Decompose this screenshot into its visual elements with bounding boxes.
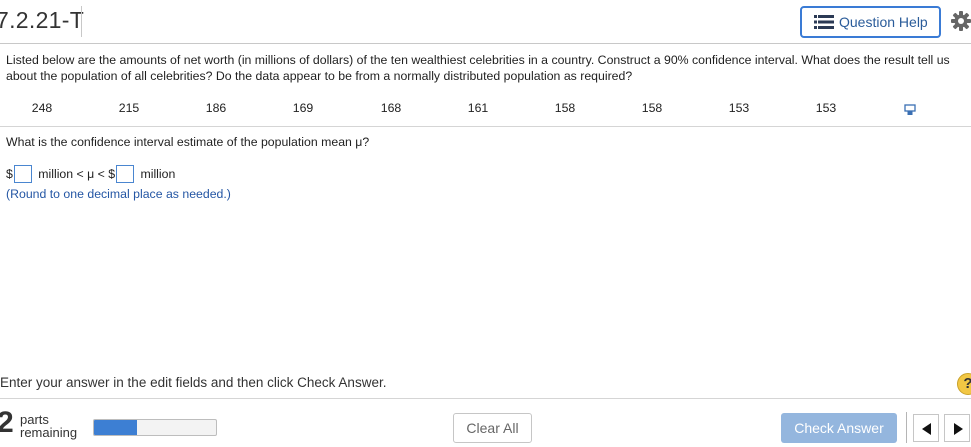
data-value: 161	[467, 101, 489, 115]
parts-remaining-count: 2	[0, 406, 14, 439]
data-value: 153	[815, 101, 837, 115]
parts-remaining-label: parts remaining	[20, 413, 77, 439]
footer-divider	[0, 398, 971, 399]
header-divider	[81, 6, 82, 37]
question-help-label: Question Help	[839, 14, 928, 30]
next-button[interactable]	[944, 414, 970, 442]
instruction-text: Enter your answer in the edit fields and…	[0, 375, 387, 390]
upper-bound-input[interactable]	[116, 165, 135, 183]
data-values-row: 248 215 186 169 168 161 158 158 153 153	[0, 101, 971, 117]
question-text: Listed below are the amounts of net wort…	[6, 53, 950, 83]
rounding-note: (Round to one decimal place as needed.)	[6, 187, 231, 201]
part-prompt: What is the confidence interval estimate…	[6, 135, 370, 149]
data-value: 248	[31, 101, 53, 115]
parts-label-line2: remaining	[20, 425, 78, 440]
clear-all-button[interactable]: Clear All	[453, 413, 532, 443]
progress-fill	[94, 420, 137, 435]
check-answer-button[interactable]: Check Answer	[781, 413, 897, 443]
question-header: 7.2.21-T Question Help	[0, 0, 971, 44]
copy-data-icon[interactable]	[904, 103, 917, 116]
data-value: 158	[641, 101, 663, 115]
data-value: 186	[205, 101, 227, 115]
answer-middle: million < μ < $	[34, 167, 116, 181]
data-value: 168	[380, 101, 402, 115]
previous-button[interactable]	[913, 414, 939, 442]
question-id: 7.2.21-T	[0, 7, 85, 33]
data-value: 153	[728, 101, 750, 115]
nav-divider	[906, 412, 907, 443]
list-icon	[814, 15, 834, 29]
data-value: 158	[554, 101, 576, 115]
help-icon[interactable]: ?	[957, 373, 971, 395]
data-value: 169	[292, 101, 314, 115]
arrow-left-icon	[922, 423, 931, 435]
answer-row: $ million < μ < $ million	[6, 165, 175, 183]
data-value: 215	[118, 101, 140, 115]
arrow-right-icon	[954, 423, 963, 435]
gear-icon[interactable]	[951, 11, 971, 31]
lower-bound-input[interactable]	[13, 165, 32, 183]
answer-prefix: $	[6, 167, 13, 181]
answer-suffix: million	[137, 167, 176, 181]
section-divider	[0, 126, 971, 127]
question-help-button[interactable]: Question Help	[800, 6, 941, 38]
parts-progress-bar	[93, 419, 217, 436]
